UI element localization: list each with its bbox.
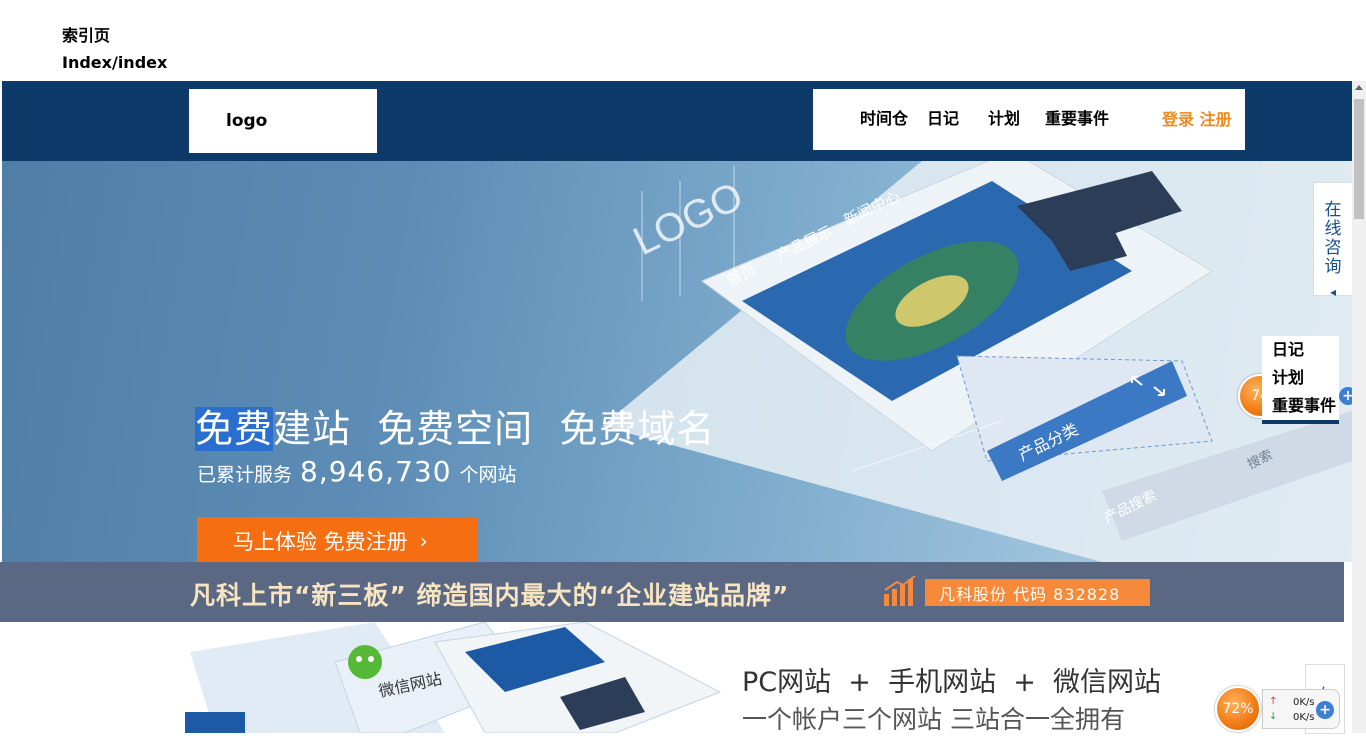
meter-value-bottom: 72% [1222, 701, 1254, 717]
scrollbar-thumb[interactable] [1354, 99, 1364, 219]
auth-links: 登录 注册 [1162, 106, 1232, 130]
cta-register-button[interactable]: 马上体验 免费注册 › [197, 517, 477, 565]
logo-text: logo [226, 111, 268, 131]
nav-item-plan[interactable]: 计划 [988, 105, 1020, 129]
stats-suffix: 个网站 [459, 464, 517, 486]
nav-item-time-warehouse[interactable]: 时间仓 [860, 105, 908, 129]
consult-char-2: 线 [1324, 219, 1342, 239]
hero-title-selected: 免费 [195, 407, 274, 451]
popup-item-plan[interactable]: 计划 [1262, 364, 1339, 392]
hero-title-rest: 建站 免费空间 免费域名 [273, 407, 716, 451]
consult-char-3: 咨 [1324, 238, 1342, 258]
register-link[interactable]: 注册 [1200, 110, 1232, 129]
hero-banner: LOGO 首页 产品展示 新闻中心 产品分类 产品搜索 搜索 [2, 161, 1352, 562]
vertical-scrollbar[interactable] [1352, 81, 1366, 733]
consult-char-1: 在 [1324, 200, 1342, 220]
memory-meter-ball[interactable]: 72% [1215, 686, 1261, 732]
growth-chart-icon [884, 575, 916, 606]
stats-prefix: 已累计服务 [197, 464, 293, 486]
hero-stats: 已累计服务 8,946,730 个网站 [197, 455, 517, 488]
upload-speed: 0K/s [1293, 697, 1315, 708]
logo[interactable]: logo [189, 89, 377, 153]
nav-popup-menu: 日记 计划 重要事件 [1262, 336, 1339, 424]
download-speed: 0K/s [1293, 712, 1315, 723]
mock-footer-block [185, 712, 245, 733]
banner-text: 凡科上市“新三板” 缔造国内最大的“企业建站品牌” [190, 581, 790, 610]
features-headline: PC网站 + 手机网站 + 微信网站 [742, 667, 1162, 698]
page-title-cn: 索引页 [62, 26, 111, 45]
listing-banner: 凡科上市“新三板” 缔造国内最大的“企业建站品牌” 凡科股份 代码 832828 [0, 562, 1344, 622]
scroll-up-arrow-icon[interactable] [1355, 85, 1363, 90]
caret-left-icon: ◂ [1329, 285, 1337, 299]
online-consult-tab[interactable]: 在 线 咨 询 ◂ [1313, 182, 1353, 299]
stats-count: 8,946,730 [300, 455, 452, 488]
arrow-up-icon: ↑ [1269, 696, 1278, 707]
features-subline: 一个帐户三个网站 三站合一全拥有 [742, 705, 1125, 734]
plus-icon-2[interactable]: + [1316, 701, 1334, 719]
popup-item-important-events[interactable]: 重要事件 [1262, 392, 1339, 420]
login-link[interactable]: 登录 [1162, 110, 1194, 129]
hero-illustration: LOGO 首页 产品展示 新闻中心 产品分类 产品搜索 搜索 [602, 161, 1352, 562]
page-heading: 索引页 Index/index [62, 22, 167, 76]
multi-site-illustration: 微信网站 [185, 622, 722, 733]
stock-code-badge: 凡科股份 代码 832828 [925, 579, 1150, 606]
cta-label: 马上体验 免费注册 [233, 530, 408, 554]
arrow-down-icon: ↓ [1269, 711, 1278, 722]
consult-char-4: 询 [1324, 257, 1342, 277]
mock-logo: LOGO [627, 174, 750, 264]
nav-menu: 时间仓 日记 计划 重要事件 登录 注册 [813, 89, 1245, 150]
wechat-icon [348, 645, 382, 679]
chevron-right-icon: › [419, 529, 428, 553]
nav-item-important-events[interactable]: 重要事件 [1045, 105, 1109, 129]
popup-item-diary[interactable]: 日记 [1262, 336, 1339, 364]
nav-item-diary[interactable]: 日记 [927, 105, 959, 129]
page-title-path: Index/index [62, 53, 168, 72]
hero-title: 免费建站 免费空间 免费域名 [195, 398, 715, 453]
